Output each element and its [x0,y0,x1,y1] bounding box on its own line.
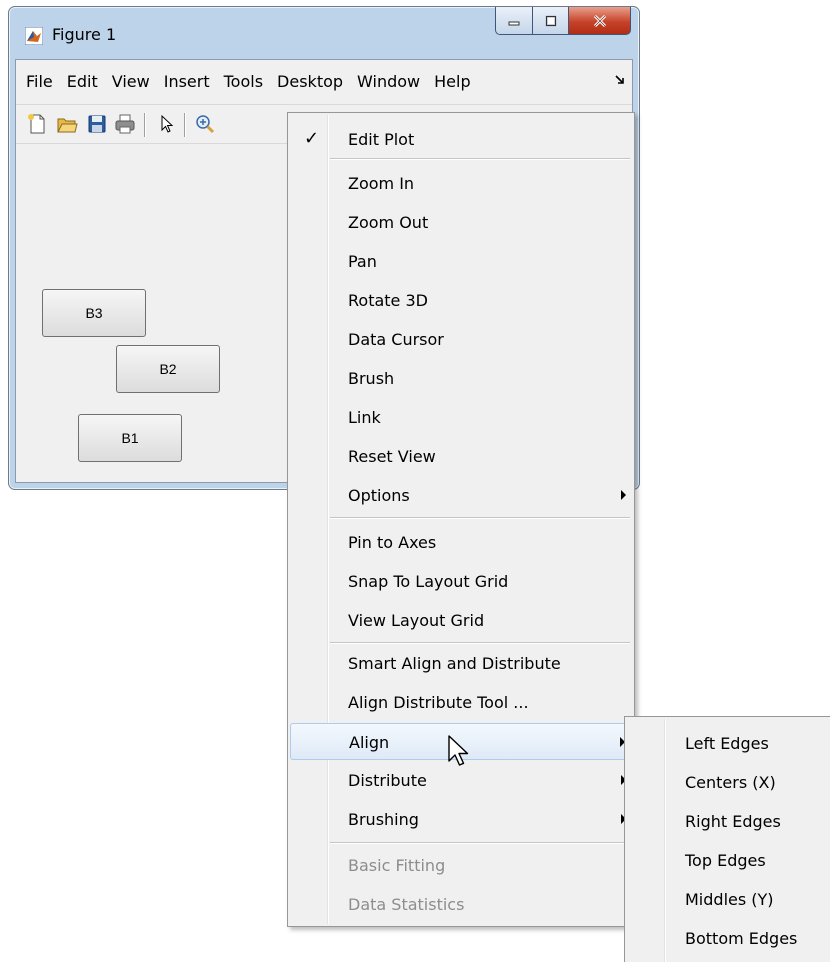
submenu-item-bottom-edges[interactable]: Bottom Edges [627,920,830,957]
submenu-item-top-edges[interactable]: Top Edges [627,842,830,879]
menu-item-options[interactable]: Options [290,477,632,514]
menu-file[interactable]: File [16,60,60,104]
maximize-icon [545,15,556,26]
menu-item-label: Rotate 3D [348,291,428,310]
push-button-b2[interactable]: B2 [116,345,220,393]
menu-item-reset-view[interactable]: Reset View [290,438,632,475]
close-button[interactable] [569,7,631,35]
menu-item-label: Distribute [348,771,427,790]
title-bar[interactable]: Figure 1 [9,7,639,59]
open-file-icon[interactable] [56,113,78,135]
dock-arrow-icon[interactable] [614,74,626,86]
menu-item-label: Brushing [348,810,419,829]
menu-item-label: Pan [348,252,377,271]
menu-item-smart-align-and-distribute[interactable]: Smart Align and Distribute [290,645,632,682]
menu-item-label: Data Statistics [348,895,465,914]
menu-item-label: Pin to Axes [348,533,437,552]
submenu-item-label: Left Edges [685,734,769,753]
submenu-item-right-edges[interactable]: Right Edges [627,803,830,840]
menu-item-label: Snap To Layout Grid [348,572,509,591]
menu-item-label: Basic Fitting [348,856,446,875]
checkmark-icon: ✓ [304,128,320,149]
menu-item-brush[interactable]: Brush [290,360,632,397]
submenu-item-left-edges[interactable]: Left Edges [627,725,830,762]
menu-window[interactable]: Window [350,60,427,104]
menu-item-label: Data Cursor [348,330,444,349]
menu-item-pan[interactable]: Pan [290,243,632,280]
menu-separator [330,642,630,644]
menu-edit[interactable]: Edit [60,60,105,104]
menu-insert[interactable]: Insert [157,60,217,104]
tools-menu: ✓ Edit Plot Zoom In Zoom Out Pan Rotate … [287,112,635,927]
mouse-pointer-icon [448,735,469,766]
submenu-item-label: Right Edges [685,812,781,831]
align-submenu: Left Edges Centers (X) Right Edges Top E… [624,716,830,962]
menu-item-brushing[interactable]: Brushing [290,801,632,838]
submenu-item-label: Top Edges [685,851,766,870]
submenu-item-centers-x[interactable]: Centers (X) [627,764,830,801]
menu-separator [330,842,630,844]
submenu-item-label: Centers (X) [685,773,776,792]
menu-item-snap-to-layout-grid[interactable]: Snap To Layout Grid [290,563,632,600]
push-button-b1[interactable]: B1 [78,414,182,462]
minimize-button[interactable] [495,7,533,35]
menu-help[interactable]: Help [427,60,477,104]
menu-separator [330,517,630,519]
maximize-button[interactable] [533,7,569,35]
menu-item-align-distribute-tool[interactable]: Align Distribute Tool ... [290,684,632,721]
menu-item-label: Brush [348,369,395,388]
matlab-logo-icon [25,27,43,45]
menu-item-pin-to-axes[interactable]: Pin to Axes [290,524,632,561]
menu-item-link[interactable]: Link [290,399,632,436]
menu-item-label: Zoom Out [348,213,429,232]
menu-item-zoom-out[interactable]: Zoom Out [290,204,632,241]
menu-item-label: Align Distribute Tool ... [348,693,529,712]
submenu-arrow-icon [621,490,626,500]
menu-item-view-layout-grid[interactable]: View Layout Grid [290,602,632,639]
save-icon[interactable] [86,113,108,135]
toolbar-separator [184,113,186,137]
menu-item-edit-plot[interactable]: ✓ Edit Plot [290,121,632,158]
minimize-icon [508,21,520,25]
menu-item-label: Reset View [348,447,436,466]
submenu-item-middles-y[interactable]: Middles (Y) [627,881,830,918]
menu-item-basic-fitting: Basic Fitting [290,847,632,884]
menu-separator [330,158,630,160]
menu-item-label: Align [349,733,390,752]
menu-bar: File Edit View Insert Tools Desktop Wind… [16,60,632,105]
zoom-in-icon[interactable] [194,113,216,135]
menu-item-data-statistics: Data Statistics [290,886,632,923]
menu-tools[interactable]: Tools [217,60,270,104]
toolbar-separator [144,113,146,137]
menu-item-label: Zoom In [348,174,415,193]
close-icon [593,14,606,27]
menu-item-label: Link [348,408,381,427]
window-title: Figure 1 [52,25,117,44]
submenu-item-label: Bottom Edges [685,929,798,948]
print-icon[interactable] [114,113,136,135]
new-figure-icon[interactable] [26,113,48,135]
menu-item-label: View Layout Grid [348,611,485,630]
menu-item-label: Options [348,486,410,505]
menu-item-data-cursor[interactable]: Data Cursor [290,321,632,358]
window-controls [495,7,631,37]
menu-item-label: Edit Plot [348,130,415,149]
menu-view[interactable]: View [105,60,157,104]
menu-item-rotate-3d[interactable]: Rotate 3D [290,282,632,319]
menu-desktop[interactable]: Desktop [270,60,350,104]
menu-item-label: Smart Align and Distribute [348,654,561,673]
submenu-item-label: Middles (Y) [685,890,774,909]
pointer-icon[interactable] [156,113,178,135]
menu-item-zoom-in[interactable]: Zoom In [290,165,632,202]
push-button-b3[interactable]: B3 [42,289,146,337]
